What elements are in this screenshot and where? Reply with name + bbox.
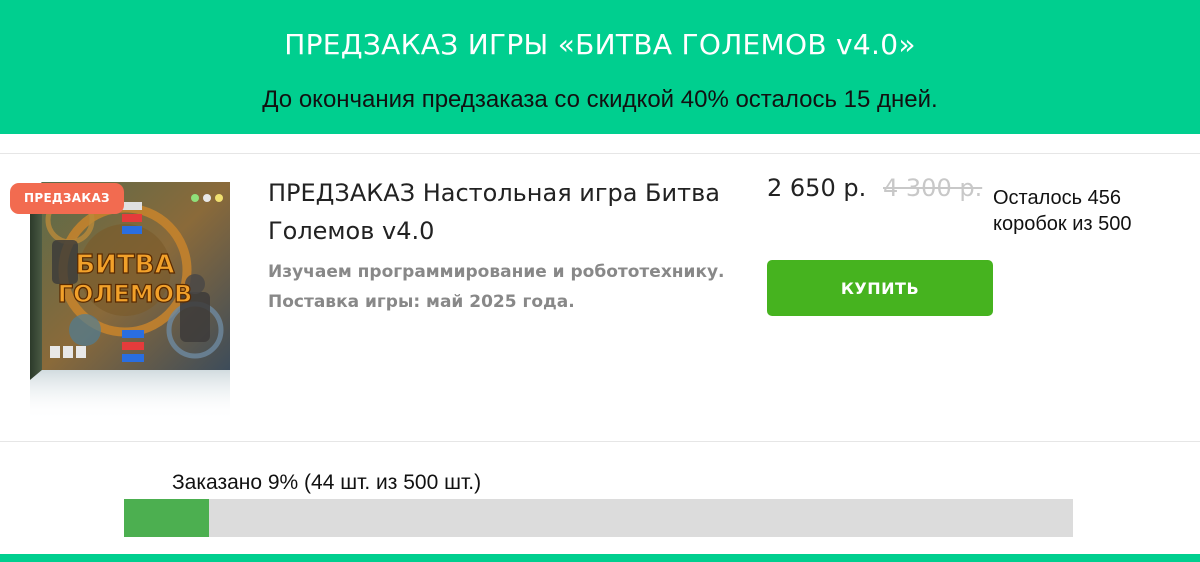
game-box-illustration: БИТВА ГОЛЕМОВ bbox=[30, 182, 230, 420]
progress-bar bbox=[124, 499, 1073, 537]
stock-line-1: Осталось 456 bbox=[993, 187, 1121, 209]
preorder-banner: ПРЕДЗАКАЗ ИГРЫ «БИТВА ГОЛЕМОВ v4.0» До о… bbox=[0, 0, 1200, 134]
divider-top bbox=[0, 153, 1200, 154]
price-current: 2 650 р. bbox=[767, 174, 867, 202]
progress-label: Заказано 9% (44 шт. из 500 шт.) bbox=[172, 471, 482, 494]
banner-subtitle: До окончания предзаказа со скидкой 40% о… bbox=[262, 86, 938, 113]
product-title[interactable]: ПРЕДЗАКАЗ Настольная игра Битва Големов … bbox=[268, 174, 738, 250]
stock-remaining: Осталось 456 коробок из 500 bbox=[993, 185, 1183, 237]
price-old: 4 300 р. bbox=[883, 174, 983, 202]
preorder-badge: ПРЕДЗАКАЗ bbox=[10, 183, 124, 214]
buy-button[interactable]: КУПИТЬ bbox=[767, 260, 993, 316]
bottom-accent-bar bbox=[0, 554, 1200, 562]
stock-line-2: коробок из 500 bbox=[993, 213, 1132, 235]
progress-fill bbox=[124, 499, 210, 537]
product-image: БИТВА ГОЛЕМОВ bbox=[30, 180, 230, 420]
box-title-line2: ГОЛЕМОВ bbox=[58, 280, 193, 308]
box-title-line1: БИТВА bbox=[75, 250, 174, 280]
product-description: Изучаем программирование и робототехнику… bbox=[268, 262, 725, 312]
banner-title: ПРЕДЗАКАЗ ИГРЫ «БИТВА ГОЛЕМОВ v4.0» bbox=[284, 28, 916, 61]
divider-bottom bbox=[0, 441, 1200, 442]
